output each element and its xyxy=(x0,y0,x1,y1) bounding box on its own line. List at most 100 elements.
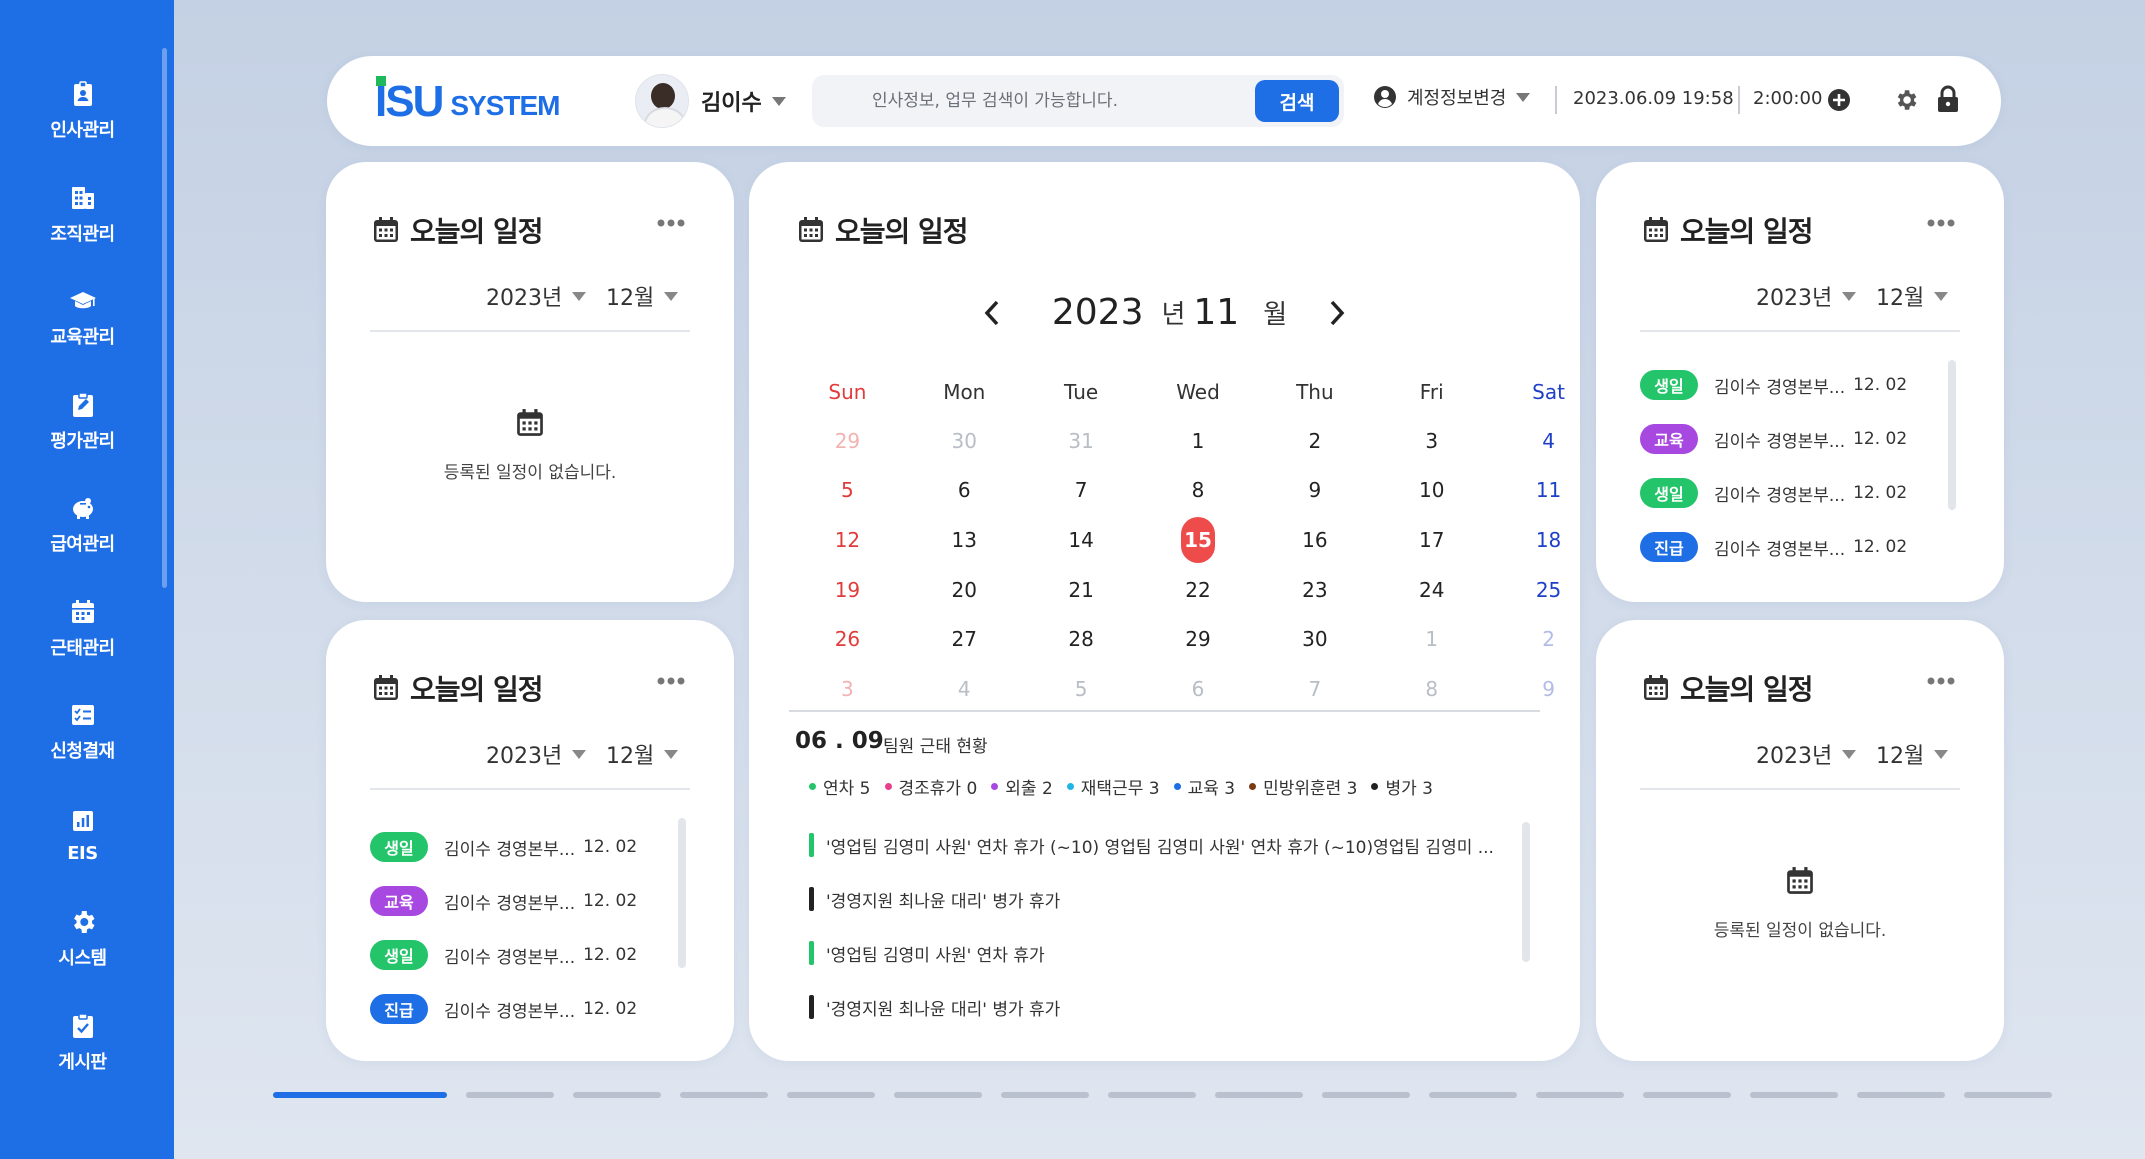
sidebar-item-5[interactable]: 급여관리 xyxy=(0,480,165,570)
list-item[interactable]: 진급 김이수 경영본부... 12. 02 xyxy=(370,982,670,1036)
calendar-day[interactable]: 5 xyxy=(789,466,906,516)
calendar-day[interactable]: 9 xyxy=(1256,466,1373,516)
sidebar-item-8[interactable]: EIS xyxy=(0,791,165,881)
calendar-day[interactable]: 11 xyxy=(1490,466,1607,516)
page-dot-6[interactable] xyxy=(894,1092,982,1098)
calendar-day[interactable]: 17 xyxy=(1373,515,1490,565)
page-dot-16[interactable] xyxy=(1964,1092,2052,1098)
year-select[interactable]: 2023년 xyxy=(486,738,587,770)
calendar-day[interactable]: 6 xyxy=(1140,664,1257,714)
page-dot-8[interactable] xyxy=(1108,1092,1196,1098)
calendar-day[interactable]: 12 xyxy=(789,515,906,565)
attendance-entry[interactable]: '경영지원 최나윤 대리' 병가 휴가 xyxy=(809,980,1499,1034)
calendar-day[interactable]: 28 xyxy=(1023,614,1140,664)
calendar-day[interactable]: 21 xyxy=(1023,565,1140,615)
calendar-day[interactable]: 7 xyxy=(1256,664,1373,714)
calendar-day[interactable]: 23 xyxy=(1256,565,1373,615)
page-dot-11[interactable] xyxy=(1429,1092,1517,1098)
calendar-day[interactable]: 26 xyxy=(789,614,906,664)
calendar-day[interactable]: 10 xyxy=(1373,466,1490,516)
settings-gear-icon[interactable] xyxy=(1893,87,1919,113)
month-select[interactable]: 12월 xyxy=(606,280,679,312)
page-dot-12[interactable] xyxy=(1536,1092,1624,1098)
list-item[interactable]: 교육 김이수 경영본부... 12. 02 xyxy=(1640,412,1940,466)
attendance-entry[interactable]: '경영지원 최나윤 대리' 병가 휴가 xyxy=(809,872,1499,926)
page-dot-14[interactable] xyxy=(1750,1092,1838,1098)
year-select[interactable]: 2023년 xyxy=(486,280,587,312)
attendance-entry[interactable]: '영업팀 김영미 사원' 연차 휴가 (~10) 영업팀 김영미 사원' 연차 … xyxy=(809,818,1499,872)
calendar-day[interactable]: 25 xyxy=(1490,565,1607,615)
month-select[interactable]: 12월 xyxy=(1876,280,1949,312)
more-options-icon[interactable] xyxy=(656,676,686,686)
page-dot-2[interactable] xyxy=(466,1092,554,1098)
list-scrollbar[interactable] xyxy=(678,818,686,968)
sidebar-item-9[interactable]: 시스템 xyxy=(0,894,165,984)
calendar-day[interactable]: 30 xyxy=(1256,614,1373,664)
sidebar-item-7[interactable]: 신청결재 xyxy=(0,687,165,777)
calendar-day[interactable]: 3 xyxy=(789,664,906,714)
page-dot-7[interactable] xyxy=(1001,1092,1089,1098)
page-dot-5[interactable] xyxy=(787,1092,875,1098)
list-item[interactable]: 생일 김이수 경영본부... 12. 02 xyxy=(1640,358,1940,412)
page-dot-4[interactable] xyxy=(680,1092,768,1098)
list-item[interactable]: 교육 김이수 경영본부... 12. 02 xyxy=(370,874,670,928)
calendar-day[interactable]: 18 xyxy=(1490,515,1607,565)
calendar-day[interactable]: 8 xyxy=(1373,664,1490,714)
calendar-day[interactable]: 5 xyxy=(1023,664,1140,714)
calendar-day-today[interactable]: 15 xyxy=(1140,515,1257,565)
calendar-day[interactable]: 6 xyxy=(906,466,1023,516)
calendar-day[interactable]: 13 xyxy=(906,515,1023,565)
calendar-day[interactable]: 14 xyxy=(1023,515,1140,565)
attendance-entry[interactable]: '영업팀 김영미 사원' 연차 휴가 xyxy=(809,926,1499,980)
more-options-icon[interactable] xyxy=(1926,218,1956,228)
calendar-day[interactable]: 30 xyxy=(906,416,1023,466)
sidebar-item-3[interactable]: 교육관리 xyxy=(0,273,165,363)
search-button[interactable]: 검색 xyxy=(1255,80,1339,122)
month-select[interactable]: 12월 xyxy=(606,738,679,770)
calendar-day[interactable]: 29 xyxy=(789,416,906,466)
more-options-icon[interactable] xyxy=(656,218,686,228)
calendar-day[interactable]: 4 xyxy=(1490,416,1607,466)
calendar-day[interactable]: 24 xyxy=(1373,565,1490,615)
calendar-day[interactable]: 1 xyxy=(1140,416,1257,466)
search-input[interactable] xyxy=(822,75,1242,127)
calendar-day[interactable]: 3 xyxy=(1373,416,1490,466)
sidebar-item-2[interactable]: 조직관리 xyxy=(0,170,165,260)
page-dot-15[interactable] xyxy=(1857,1092,1945,1098)
calendar-day[interactable]: 19 xyxy=(789,565,906,615)
isu-system-logo[interactable]: ISU SYSTEM xyxy=(375,76,561,124)
calendar-day[interactable]: 20 xyxy=(906,565,1023,615)
more-options-icon[interactable] xyxy=(1926,676,1956,686)
list-item[interactable]: 진급 김이수 경영본부... 12. 02 xyxy=(1640,520,1940,574)
page-dot-3[interactable] xyxy=(573,1092,661,1098)
month-select[interactable]: 12월 xyxy=(1876,738,1949,770)
list-scrollbar[interactable] xyxy=(1948,360,1956,510)
page-dot-10[interactable] xyxy=(1322,1092,1410,1098)
list-item[interactable]: 생일 김이수 경영본부... 12. 02 xyxy=(370,928,670,982)
sidebar-item-10[interactable]: 게시판 xyxy=(0,998,165,1088)
calendar-day[interactable]: 16 xyxy=(1256,515,1373,565)
sidebar-item-4[interactable]: 평가관리 xyxy=(0,377,165,467)
lock-icon[interactable] xyxy=(1936,85,1960,113)
page-dot-13[interactable] xyxy=(1643,1092,1731,1098)
calendar-day[interactable]: 1 xyxy=(1373,614,1490,664)
calendar-day[interactable]: 2 xyxy=(1256,416,1373,466)
calendar-day[interactable]: 4 xyxy=(906,664,1023,714)
calendar-day[interactable]: 8 xyxy=(1140,466,1257,516)
list-scrollbar[interactable] xyxy=(1522,822,1530,962)
page-dot-9[interactable] xyxy=(1215,1092,1303,1098)
chevron-right-icon[interactable] xyxy=(1327,298,1347,328)
list-item[interactable]: 생일 김이수 경영본부... 12. 02 xyxy=(1640,466,1940,520)
calendar-day[interactable]: 29 xyxy=(1140,614,1257,664)
calendar-day[interactable]: 2 xyxy=(1490,614,1607,664)
year-select[interactable]: 2023년 xyxy=(1756,738,1857,770)
calendar-day[interactable]: 27 xyxy=(906,614,1023,664)
sidebar-item-1[interactable]: 인사관리 xyxy=(0,66,165,156)
chevron-left-icon[interactable] xyxy=(982,298,1002,328)
year-select[interactable]: 2023년 xyxy=(1756,280,1857,312)
page-dot-1[interactable] xyxy=(273,1092,447,1098)
calendar-day[interactable]: 22 xyxy=(1140,565,1257,615)
calendar-day[interactable]: 31 xyxy=(1023,416,1140,466)
sidebar-item-6[interactable]: 근태관리 xyxy=(0,584,165,674)
account-settings-menu[interactable]: 계정정보변경 xyxy=(1373,84,1531,110)
